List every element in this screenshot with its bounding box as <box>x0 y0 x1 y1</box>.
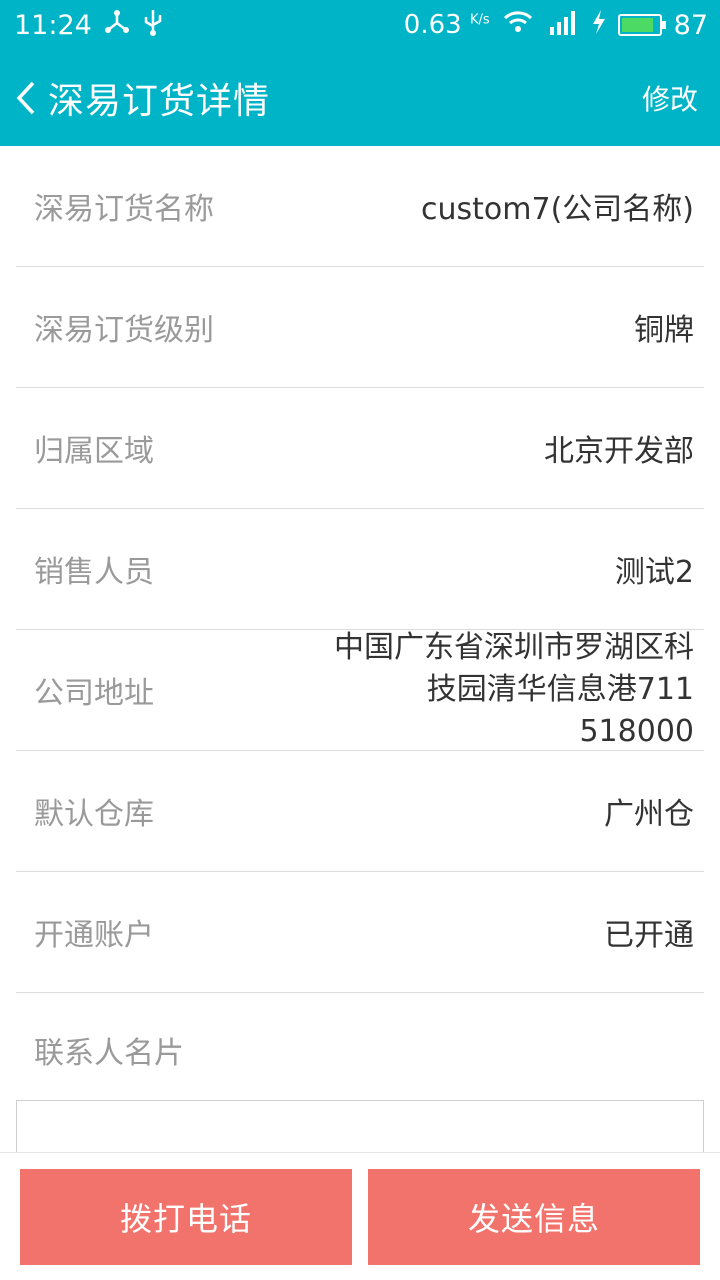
tether-icon <box>104 9 130 42</box>
detail-row-level: 深易订货级别 铜牌 <box>16 267 704 388</box>
detail-row-salesperson: 销售人员 测试2 <box>16 509 704 630</box>
detail-label: 归属区域 <box>34 434 154 469</box>
network-speed-value: 0.63 <box>403 10 462 40</box>
detail-label: 开通账户 <box>34 918 154 953</box>
detail-value: custom7(公司名称) <box>421 192 694 227</box>
title-bar: 深易订货详情 修改 <box>0 50 720 146</box>
battery-percent: 87 <box>673 9 708 41</box>
detail-label: 默认仓库 <box>34 797 154 832</box>
send-message-button[interactable]: 发送信息 <box>368 1168 700 1265</box>
detail-value: 广州仓 <box>604 797 694 832</box>
battery-fill <box>621 18 653 32</box>
detail-label: 公司地址 <box>34 676 154 711</box>
wifi-icon <box>502 9 534 42</box>
contact-card-label: 联系人名片 <box>34 1036 184 1071</box>
detail-row-name: 深易订货名称 custom7(公司名称) <box>16 146 704 267</box>
detail-value: 北京开发部 <box>544 434 694 469</box>
detail-row-warehouse: 默认仓库 广州仓 <box>16 751 704 872</box>
edit-button[interactable]: 修改 <box>642 78 698 118</box>
status-right: 0.63 K/s 87 <box>404 9 708 42</box>
detail-label: 销售人员 <box>34 555 154 590</box>
status-time: 11:24 <box>14 9 92 41</box>
detail-row-account: 开通账户 已开通 <box>16 872 704 993</box>
status-left: 11:24 <box>14 7 164 44</box>
back-button[interactable]: 深易订货详情 <box>14 72 270 124</box>
detail-list: 深易订货名称 custom7(公司名称) 深易订货级别 铜牌 归属区域 北京开发… <box>0 146 720 993</box>
usb-icon <box>142 7 164 44</box>
detail-value: 中国广东省深圳市罗湖区科技园清华信息港711 518000 <box>334 630 694 749</box>
detail-label: 深易订货级别 <box>34 313 214 348</box>
detail-value: 已开通 <box>604 918 694 953</box>
page-title: 深易订货详情 <box>48 81 271 122</box>
call-button[interactable]: 拨打电话 <box>20 1168 352 1265</box>
detail-value: 测试2 <box>614 555 694 590</box>
charging-icon <box>592 9 606 41</box>
detail-row-address: 公司地址 中国广东省深圳市罗湖区科技园清华信息港711 518000 <box>16 630 704 751</box>
chevron-left-icon[interactable] <box>14 78 42 118</box>
battery-icon <box>617 14 666 36</box>
signal-icon <box>546 9 580 42</box>
bottom-action-bar: 拨打电话 发送信息 <box>0 1152 720 1280</box>
detail-label: 深易订货名称 <box>34 192 214 227</box>
detail-row-region: 归属区域 北京开发部 <box>16 388 704 509</box>
detail-value: 铜牌 <box>634 313 694 348</box>
status-bar: 11:24 0.63 K/s 87 <box>0 0 720 50</box>
contact-card-area[interactable] <box>16 1100 704 1160</box>
network-speed: 0.63 K/s <box>404 10 490 40</box>
network-speed-unit: K/s <box>469 12 490 28</box>
